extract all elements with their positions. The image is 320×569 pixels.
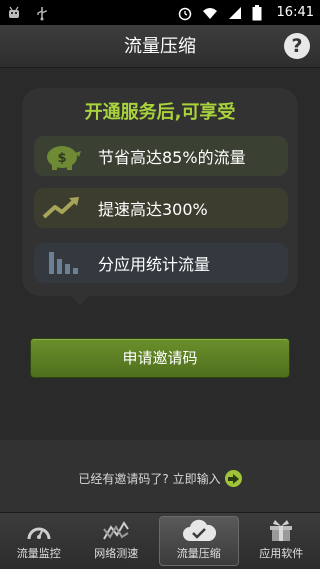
tab-label: 网络测速: [94, 547, 139, 560]
tab-apps[interactable]: 应用软件: [243, 513, 320, 569]
feature-app-stats: 分应用统计流量: [34, 243, 288, 283]
battery-icon: [252, 4, 268, 21]
apply-invite-code-button[interactable]: 申请邀请码: [30, 338, 290, 378]
status-bar: 16:41: [0, 0, 320, 25]
main-content: 开通服务后,可享受 $ 节省高达85%的流量 提速高达300% 分应用统计流量 …: [0, 68, 320, 440]
gauge-icon: [26, 519, 52, 543]
android-debug-icon: [6, 5, 22, 21]
alarm-icon: [177, 5, 193, 21]
feature-speed-up: 提速高达300%: [34, 188, 288, 228]
svg-text:$: $: [57, 151, 66, 166]
tab-label: 流量监控: [16, 547, 61, 560]
help-button[interactable]: ?: [284, 33, 310, 59]
speed-chart-icon: [102, 519, 130, 543]
trend-up-icon: [40, 192, 84, 224]
feature-label: 分应用统计流量: [98, 255, 211, 274]
feature-label: 提速高达300%: [98, 200, 208, 219]
promo-panel: 开通服务后,可享受 $ 节省高达85%的流量 提速高达300% 分应用统计流量: [22, 88, 298, 296]
promo-tail: [68, 292, 92, 306]
tab-traffic-compression[interactable]: 流量压缩: [159, 516, 239, 566]
status-time: 16:41: [276, 5, 314, 20]
title-bar: 流量压缩 ?: [0, 25, 320, 68]
bar-chart-icon: [40, 247, 84, 279]
wifi-icon: [202, 5, 218, 21]
tab-label: 流量压缩: [176, 547, 221, 560]
usb-icon: [34, 5, 50, 21]
tab-label: 应用软件: [259, 547, 304, 560]
feature-save-traffic: $ 节省高达85%的流量: [34, 136, 288, 176]
cloud-check-icon: [182, 519, 216, 543]
bottom-tab-bar: 流量监控 网络测速 流量压缩 应用软件: [0, 512, 320, 569]
promo-title: 开通服务后,可享受: [84, 102, 236, 123]
invite-section: 已经有邀请码了? 立即输入: [0, 440, 320, 512]
page-title: 流量压缩: [124, 36, 196, 57]
invite-text: 已经有邀请码了? 立即输入: [78, 472, 221, 486]
tab-traffic-monitor[interactable]: 流量监控: [0, 513, 78, 569]
arrow-right-icon[interactable]: [224, 470, 242, 487]
tab-speed-test[interactable]: 网络测速: [78, 513, 156, 569]
piggy-bank-icon: $: [40, 140, 84, 172]
enter-invite-code-link[interactable]: 已经有邀请码了? 立即输入: [78, 470, 242, 487]
invite-row: 已经有邀请码了? 立即输入: [0, 470, 320, 487]
signal-icon: [227, 5, 243, 21]
feature-label: 节省高达85%的流量: [98, 148, 246, 167]
gift-box-icon: [268, 519, 294, 543]
